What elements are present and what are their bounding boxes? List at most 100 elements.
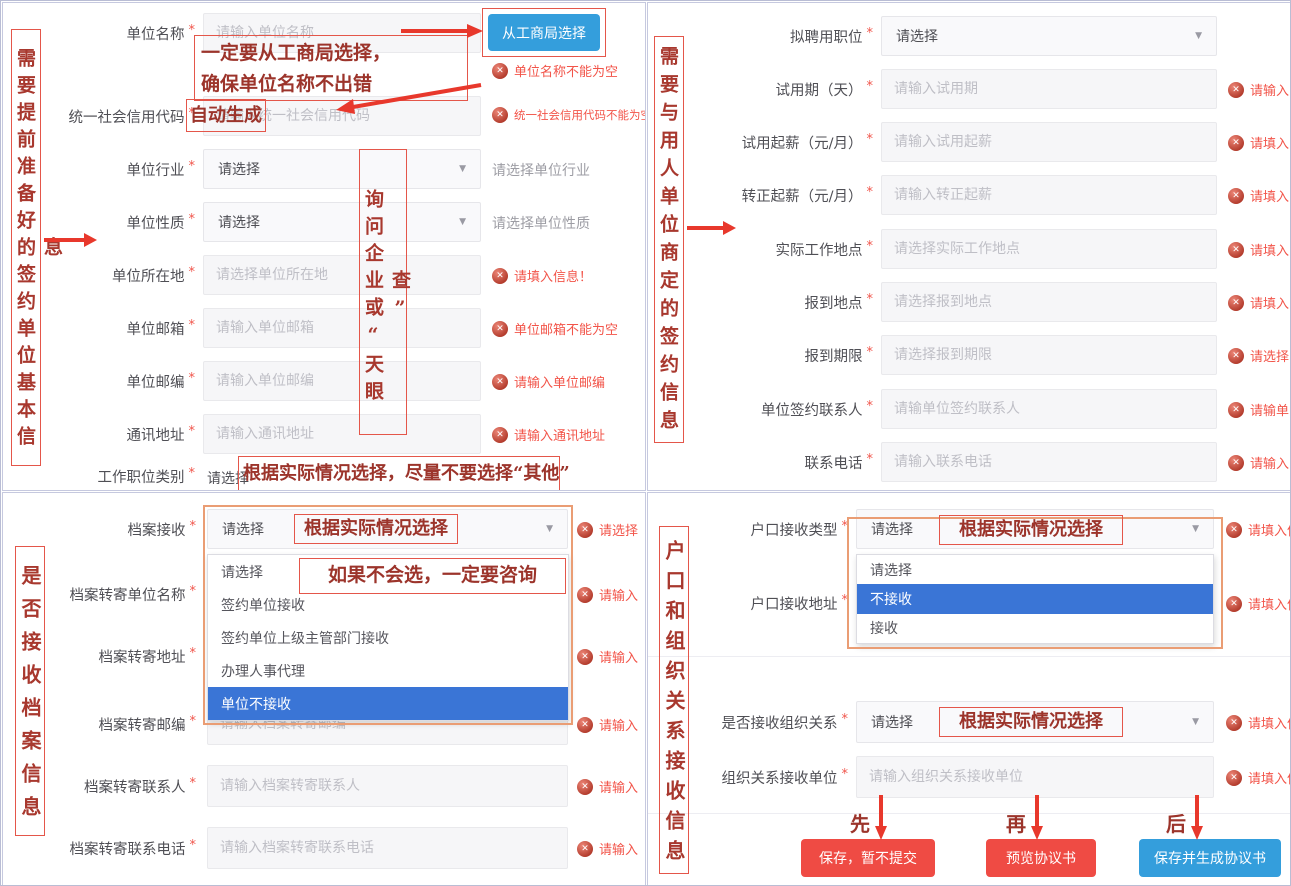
org-unit-input[interactable] — [856, 756, 1214, 798]
required-asterisk: * — [867, 79, 874, 94]
chevron-down-icon — [1195, 31, 1202, 41]
error-message: 请填入信 — [1248, 520, 1291, 539]
select-value: 请选择 — [871, 712, 913, 732]
select-value: 请选择 — [218, 159, 260, 179]
error-icon — [492, 374, 508, 390]
select-value: 请选择 — [218, 212, 260, 232]
form-row-archive-contact: 档案转寄联系人* 请输入 — [3, 765, 645, 807]
email-input[interactable] — [203, 308, 481, 348]
error-message: 请填入信 — [1248, 594, 1291, 613]
required-asterisk: * — [842, 519, 849, 534]
dropdown-option-highlighted[interactable]: 不接收 — [857, 584, 1213, 613]
select-from-bureau-button[interactable]: 从工商局选择 — [488, 14, 600, 51]
error-icon — [1228, 188, 1244, 204]
form-row-report-place: 报到地点* 请填入 — [648, 282, 1290, 322]
field-label-contact-phone: 联系电话* — [648, 442, 873, 482]
required-asterisk: * — [867, 26, 874, 41]
error-location: 请填入信息！ — [492, 266, 592, 285]
error-message: 请选择 — [599, 520, 638, 539]
required-asterisk: * — [867, 452, 874, 467]
error-message: 单位名称不能为空 — [514, 61, 618, 80]
annotation-line: 一定要从工商局选择， — [201, 38, 461, 69]
error-icon — [1226, 770, 1242, 786]
error-contact-phone: 请输入 — [1228, 453, 1289, 472]
side-note-hukou-org-info: 户口和组织关系接收信息 — [659, 526, 689, 874]
form-row-credit-code: 统一社会信用代码* 自动生成 统一社会信用代码不能为空 — [3, 96, 645, 136]
address-input[interactable] — [203, 414, 481, 454]
required-asterisk: * — [190, 584, 197, 599]
annotation-archive-dropdown-note: 如果不会选，一定要咨询 — [299, 558, 566, 594]
archive-contact-input[interactable] — [207, 765, 568, 807]
archive-phone-input[interactable] — [207, 827, 568, 869]
error-address: 请输入通讯地址 — [492, 425, 605, 444]
probation-salary-input[interactable] — [881, 122, 1217, 162]
chevron-down-icon — [459, 217, 466, 227]
save-draft-button[interactable]: 保存，暂不提交 — [801, 839, 935, 877]
error-org-unit: 请填入信 — [1226, 768, 1291, 787]
select-value: 请选择 — [871, 519, 913, 539]
error-message: 请填入 — [1250, 133, 1289, 152]
error-message: 请输入单位邮编 — [514, 372, 605, 391]
work-place-input[interactable] — [881, 229, 1217, 269]
field-label-archive-receive: 档案接收* — [3, 509, 196, 549]
report-deadline-input[interactable] — [881, 335, 1217, 375]
error-message: 请输入 — [599, 647, 638, 666]
nature-select[interactable]: 请选择 — [203, 202, 481, 242]
side-note-unit-basic-info: 需要提前准备好的签约单位基本信息 — [11, 29, 41, 466]
error-icon — [1228, 402, 1244, 418]
annotation-auto-generate: 自动生成 — [186, 99, 266, 132]
industry-select[interactable]: 请选择 — [203, 149, 481, 189]
report-place-input[interactable] — [881, 282, 1217, 322]
annotated-form-screenshot: 需要提前准备好的签约单位基本信息 单位名称* 从工商局选择 一定要从工商局选择，… — [0, 0, 1291, 886]
dropdown-option[interactable]: 签约单位上级主管部门接收 — [208, 621, 568, 654]
form-row-nature: 单位性质* 请选择 请选择单位性质 — [3, 202, 645, 242]
error-icon — [577, 779, 593, 795]
error-icon — [1226, 522, 1242, 538]
error-message: 请填入 — [1250, 293, 1289, 312]
error-email: 单位邮箱不能为空 — [492, 319, 618, 338]
error-icon — [1228, 82, 1244, 98]
error-icon — [1228, 135, 1244, 151]
zipcode-input[interactable] — [203, 361, 481, 401]
dropdown-option[interactable]: 办理人事代理 — [208, 654, 568, 687]
required-asterisk: * — [189, 318, 196, 333]
dropdown-option[interactable]: 接收 — [857, 614, 1213, 643]
error-archive-phone: 请输入 — [577, 839, 638, 858]
error-message: 请输入 — [599, 585, 638, 604]
side-note-negotiated-info: 需要与用人单位商定的签约信息 — [654, 36, 684, 443]
error-message: 请输入 — [1250, 453, 1289, 472]
probation-input[interactable] — [881, 69, 1217, 109]
location-input[interactable] — [203, 255, 481, 295]
required-asterisk: * — [867, 345, 874, 360]
error-icon — [1228, 348, 1244, 364]
required-asterisk: * — [842, 712, 849, 727]
regular-salary-input[interactable] — [881, 175, 1217, 215]
preview-agreement-button[interactable]: 预览协议书 — [986, 839, 1096, 877]
arrow-icon-step-second — [1030, 795, 1044, 841]
required-asterisk: * — [190, 714, 197, 729]
dropdown-option[interactable]: 请选择 — [857, 555, 1213, 584]
error-zipcode: 请输入单位邮编 — [492, 372, 605, 391]
error-icon — [577, 649, 593, 665]
error-report-deadline: 请选择 — [1228, 346, 1289, 365]
required-asterisk: * — [190, 776, 197, 791]
dropdown-option-highlighted[interactable]: 单位不接收 — [208, 687, 568, 720]
error-icon — [492, 63, 508, 79]
annotation-step-second: 再 — [1006, 808, 1026, 837]
required-asterisk: * — [189, 159, 196, 174]
annotation-line: 确保单位名称不出错 — [201, 69, 461, 100]
select-value: 请选择 — [222, 519, 264, 539]
arrow-icon-step-first — [874, 795, 888, 841]
error-archive-contact: 请输入 — [577, 777, 638, 796]
error-icon — [492, 107, 508, 123]
error-work-place: 请填入 — [1228, 240, 1289, 259]
required-asterisk: * — [867, 185, 874, 200]
contact-phone-input[interactable] — [881, 442, 1217, 482]
save-generate-agreement-button[interactable]: 保存并生成协议书 — [1139, 839, 1281, 877]
required-asterisk: * — [867, 239, 874, 254]
helper-nature: 请选择单位性质 — [492, 213, 590, 233]
error-hukou-address: 请填入信 — [1226, 594, 1291, 613]
position-select[interactable]: 请选择 — [881, 16, 1217, 56]
contact-person-input[interactable] — [881, 389, 1217, 429]
form-row-archive-phone: 档案转寄联系电话* 请输入 — [3, 827, 645, 869]
